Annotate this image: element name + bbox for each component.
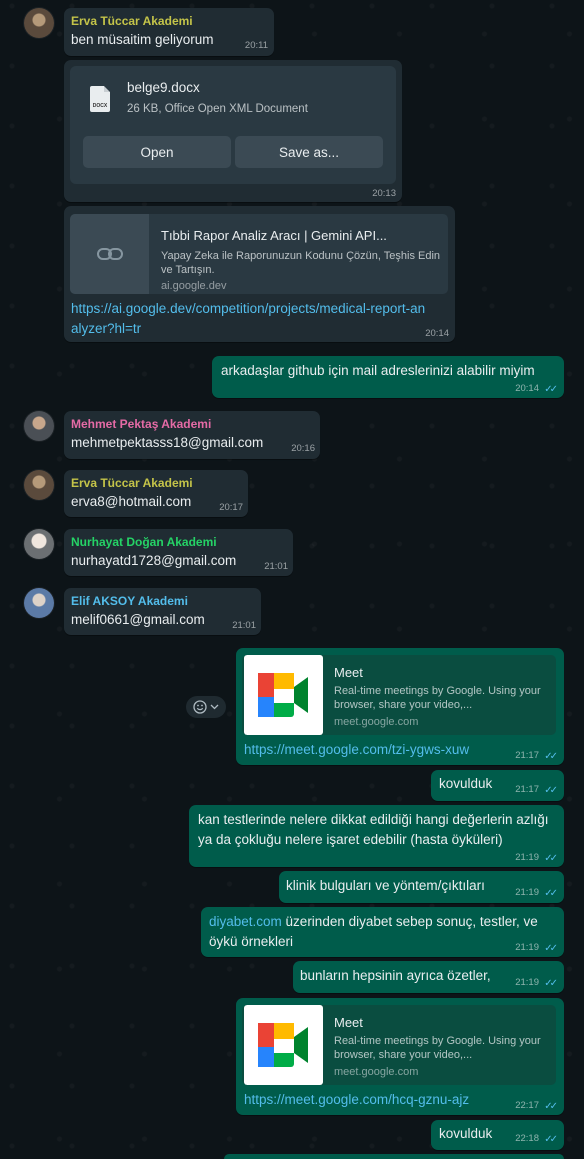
link-message[interactable]: Meet Real-time meetings by Google. Using… [236, 998, 564, 1115]
preview-domain: meet.google.com [334, 1066, 419, 1078]
preview-description: Real-time meetings by Google. Using your… [334, 685, 541, 711]
link-icon [96, 248, 123, 260]
message-time: 20:16 [291, 443, 315, 454]
preview-title: Meet [334, 1015, 363, 1030]
message-link[interactable]: https://meet.google.com/tzi-ygws-xuw [244, 740, 469, 760]
double-check-icon: ✓✓ [544, 1134, 558, 1145]
file-info: 26 KB, Office Open XML Document [127, 103, 308, 115]
message-time: 20:17 [219, 502, 243, 513]
message-text: ben müsaitim geliyorum [71, 32, 214, 47]
file-name: belge9.docx [127, 80, 200, 95]
double-check-icon: ✓✓ [544, 888, 558, 899]
message-link[interactable]: https://ai.google.dev/competition/projec… [71, 299, 427, 339]
preview-title: Tıbbi Rapor Analiz Aracı | Gemini API... [161, 228, 387, 243]
message-time: 21:19 [515, 977, 539, 988]
message-time: 21:01 [232, 620, 256, 631]
preview-title: Meet [334, 665, 363, 680]
avatar-erva[interactable] [24, 8, 54, 38]
sender-name: Mehmet Pektaş Akademi [71, 417, 212, 431]
message-text: kovulduk [439, 776, 493, 791]
double-check-icon: ✓✓ [544, 751, 558, 762]
meet-thumbnail [244, 655, 323, 735]
message-time: 21:19 [515, 942, 539, 953]
chevron-down-icon [210, 704, 219, 710]
message-link[interactable]: https://meet.google.com/hcq-gznu-ajz [244, 1090, 469, 1110]
message-bubble[interactable]: Erva Tüccar Akademi ben müsaitim geliyor… [64, 8, 274, 56]
message-bubble[interactable]: Erva Tüccar Akademi erva8@hotmail.com 20… [64, 470, 248, 517]
message-bubble[interactable]: kovulduk 22:18 ✓✓ [431, 1120, 564, 1150]
sender-name: Nurhayat Doğan Akademi [71, 535, 217, 549]
reaction-button[interactable] [186, 696, 226, 718]
link-thumbnail [70, 214, 149, 294]
double-check-icon: ✓✓ [544, 943, 558, 954]
message-time: 22:18 [515, 1133, 539, 1144]
avatar-elif[interactable] [24, 588, 54, 618]
sender-name: Erva Tüccar Akademi [71, 14, 193, 28]
message-bubble[interactable]: Elif AKSOY Akademi melif0661@gmail.com 2… [64, 588, 261, 635]
preview-domain: meet.google.com [334, 716, 419, 728]
google-meet-logo [258, 1023, 308, 1067]
message-text: bunların hepsinin ayrıca özetler, [300, 968, 491, 983]
preview-domain: ai.google.dev [161, 280, 227, 292]
meet-thumbnail [244, 1005, 323, 1085]
double-check-icon: ✓✓ [544, 978, 558, 989]
message-time: 20:13 [372, 188, 396, 199]
link-message[interactable]: Tıbbi Rapor Analiz Aracı | Gemini API...… [64, 206, 455, 342]
double-check-icon: ✓✓ [544, 785, 558, 796]
docx-file-icon: DOCX [90, 86, 110, 112]
message-bubble[interactable]: klinik bulguları ve yöntem/çıktıları 21:… [279, 871, 564, 903]
message-bubble[interactable]: bunların hepsinin ayrıca özetler, 21:19 … [293, 961, 564, 993]
message-bubble[interactable]: diyabet.com üzerinden diyabet sebep sonu… [201, 907, 564, 957]
message-time: 21:17 [515, 784, 539, 795]
double-check-icon: ✓✓ [544, 1101, 558, 1112]
message-bubble[interactable]: Mehmet Pektaş Akademi mehmetpektasss18@g… [64, 411, 320, 459]
message-bubble-partial[interactable] [224, 1154, 564, 1159]
message-bubble[interactable]: Nurhayat Doğan Akademi nurhayatd1728@gma… [64, 529, 293, 576]
preview-description: Yapay Zeka ile Raporunuzun Kodunu Çözün,… [161, 250, 441, 276]
message-text: mehmetpektasss18@gmail.com [71, 435, 264, 450]
save-as-button[interactable]: Save as... [235, 136, 383, 168]
message-text: diyabet.com üzerinden diyabet sebep sonu… [209, 912, 559, 952]
preview-description: Real-time meetings by Google. Using your… [334, 1035, 541, 1061]
message-time: 21:19 [515, 852, 539, 863]
message-time: 21:17 [515, 750, 539, 761]
message-text: kan testlerinde nelere dikkat edildiği h… [198, 812, 549, 847]
avatar-nurhayat[interactable] [24, 529, 54, 559]
message-bubble[interactable]: kan testlerinde nelere dikkat edildiği h… [189, 805, 564, 867]
avatar-mehmet[interactable] [24, 411, 54, 441]
sender-name: Elif AKSOY Akademi [71, 594, 188, 608]
message-bubble[interactable]: kovulduk 21:17 ✓✓ [431, 770, 564, 801]
chat-message-list[interactable]: Erva Tüccar Akademi ben müsaitim geliyor… [0, 0, 584, 1159]
avatar-erva[interactable] [24, 470, 54, 500]
message-text: melif0661@gmail.com [71, 612, 205, 627]
message-time: 21:19 [515, 887, 539, 898]
message-link[interactable]: diyabet.com [209, 914, 282, 929]
file-extension: DOCX [92, 103, 108, 109]
link-preview[interactable]: Meet Real-time meetings by Google. Using… [242, 655, 556, 735]
sender-name: Erva Tüccar Akademi [71, 476, 193, 490]
smiley-icon [193, 700, 207, 714]
message-text: arkadaşlar github için mail adresleriniz… [221, 363, 535, 378]
message-time: 20:14 [515, 383, 539, 394]
message-text: erva8@hotmail.com [71, 494, 192, 509]
message-bubble[interactable]: arkadaşlar github için mail adresleriniz… [212, 356, 564, 398]
message-time: 20:11 [244, 40, 268, 51]
message-time: 20:14 [425, 328, 449, 339]
link-message[interactable]: Meet Real-time meetings by Google. Using… [236, 648, 564, 765]
message-time: 22:17 [515, 1100, 539, 1111]
google-meet-logo [258, 673, 308, 717]
document-card: DOCX belge9.docx 26 KB, Office Open XML … [70, 66, 396, 184]
link-preview[interactable]: Meet Real-time meetings by Google. Using… [242, 1005, 556, 1085]
document-message[interactable]: DOCX belge9.docx 26 KB, Office Open XML … [64, 60, 402, 202]
message-time: 21:01 [264, 561, 288, 572]
double-check-icon: ✓✓ [544, 384, 558, 395]
link-preview[interactable]: Tıbbi Rapor Analiz Aracı | Gemini API...… [70, 214, 448, 294]
message-text: nurhayatd1728@gmail.com [71, 553, 237, 568]
message-text: klinik bulguları ve yöntem/çıktıları [286, 878, 485, 893]
double-check-icon: ✓✓ [544, 853, 558, 864]
message-text: kovulduk [439, 1126, 493, 1141]
open-button[interactable]: Open [83, 136, 231, 168]
